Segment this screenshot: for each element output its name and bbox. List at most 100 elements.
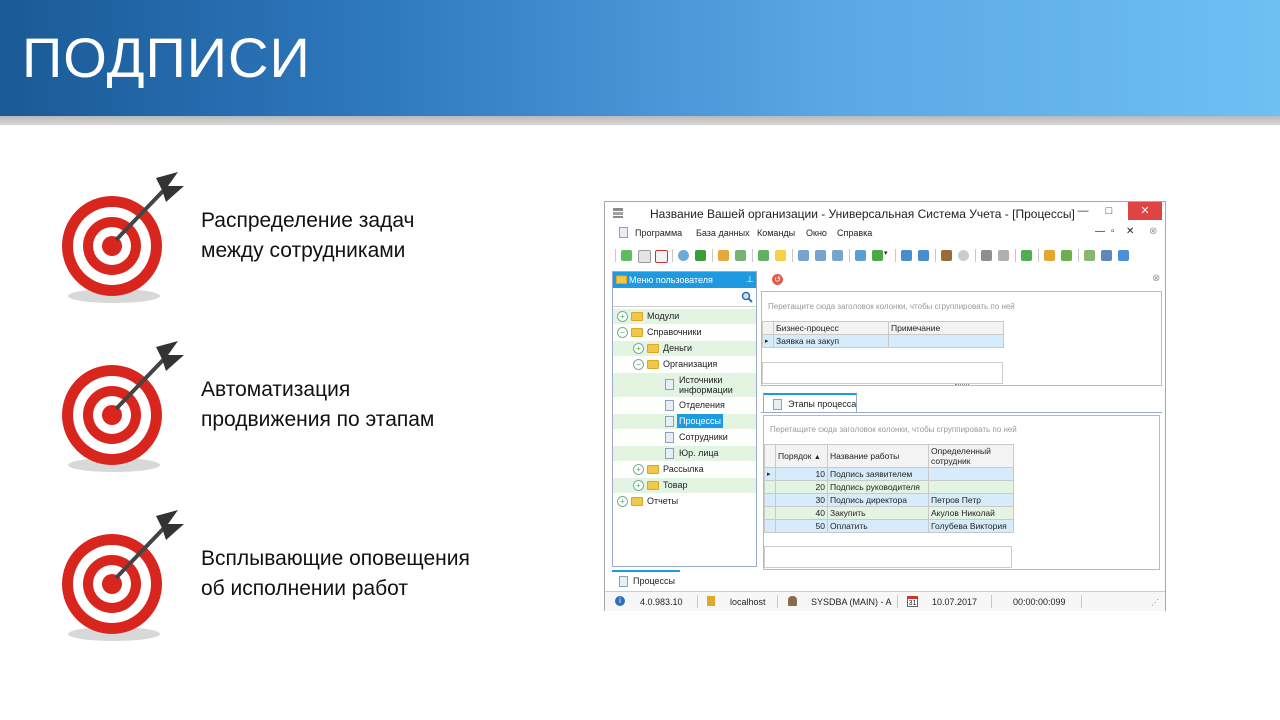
table-row[interactable]: 50 Оплатить Голубева Виктория — [764, 519, 1014, 533]
table-cell[interactable]: Подпись руководителя — [827, 480, 929, 494]
table-cell[interactable]: Голубева Виктория — [928, 519, 1014, 533]
approve-icon[interactable] — [1021, 250, 1032, 261]
window-new-icon[interactable] — [901, 250, 912, 261]
menu-database[interactable]: База данных — [696, 228, 750, 238]
table-cell[interactable] — [928, 467, 1014, 481]
table-cell[interactable]: 20 — [775, 480, 828, 494]
table-row[interactable]: ▸ Заявка на закуп — [762, 334, 1004, 348]
search-icon[interactable] — [678, 250, 689, 261]
share-icon[interactable] — [1118, 250, 1129, 261]
tab-processes[interactable]: Процессы — [612, 570, 680, 590]
first-record-icon[interactable] — [798, 250, 809, 261]
table-cell[interactable]: Оплатить — [827, 519, 929, 533]
printer-icon[interactable] — [1101, 250, 1112, 261]
calculator-icon[interactable] — [1084, 250, 1095, 261]
tree-item-modules[interactable]: + Модули — [613, 309, 756, 324]
collapse-icon[interactable]: − — [617, 327, 628, 338]
note-icon[interactable] — [775, 250, 786, 261]
tree-item-label: Юр. лица — [679, 448, 719, 458]
splitter-handle[interactable] — [955, 384, 969, 386]
column-header[interactable]: Бизнес-процесс — [773, 321, 889, 335]
next-record-icon[interactable] — [815, 250, 826, 261]
expand-icon[interactable]: + — [633, 480, 644, 491]
mdi-minimize-icon[interactable]: — — [1095, 226, 1105, 237]
menu-program[interactable]: Программа — [635, 228, 682, 238]
resize-grip-icon[interactable]: ⋰ — [1151, 598, 1159, 607]
table-cell[interactable]: Акулов Николай — [928, 506, 1014, 520]
filter-clear-icon[interactable] — [735, 250, 746, 261]
export-icon[interactable] — [872, 250, 883, 261]
tree-item-legal-entities[interactable]: Юр. лица — [613, 446, 756, 461]
insert-icon[interactable] — [758, 250, 769, 261]
last-record-icon[interactable] — [832, 250, 843, 261]
delete-icon[interactable] — [655, 250, 668, 263]
table-cell[interactable]: 30 — [775, 493, 828, 507]
expand-icon[interactable]: + — [617, 496, 628, 507]
table-row[interactable]: 30 Подпись директора Петров Петр — [764, 493, 1014, 507]
expand-icon[interactable]: + — [617, 311, 628, 322]
column-header-assigned-employee[interactable]: Определенный сотрудник — [928, 444, 1014, 468]
collapse-icon[interactable]: − — [633, 359, 644, 370]
table-row[interactable]: 40 Закупить Акулов Николай — [764, 506, 1014, 520]
tree-item-employees[interactable]: Сотрудники — [613, 430, 756, 445]
tree-item-reports[interactable]: + Отчеты — [613, 494, 756, 509]
tree-item-money[interactable]: + Деньги — [613, 341, 756, 356]
print-preview-icon[interactable] — [855, 250, 866, 261]
table-cell[interactable]: 50 — [775, 519, 828, 533]
close-button[interactable]: ✕ — [1128, 202, 1162, 220]
tree-item-label: Рассылка — [663, 464, 704, 474]
tree-item-info-sources[interactable]: Источники информации — [613, 373, 756, 397]
tree-item-references[interactable]: − Справочники — [613, 325, 756, 340]
minimize-button[interactable]: — — [1070, 202, 1096, 220]
maximize-button[interactable]: □ — [1096, 202, 1122, 220]
feature-item-2: Автоматизация продвижения по этапам — [52, 337, 592, 477]
table-cell[interactable]: 40 — [775, 506, 828, 520]
table-row[interactable]: 20 Подпись руководителя — [764, 480, 1014, 494]
document-tabs: Процессы — [612, 570, 1162, 590]
tree-item-mailing[interactable]: + Рассылка — [613, 462, 756, 477]
menu-help[interactable]: Справка — [837, 228, 872, 238]
lock-icon[interactable] — [1044, 250, 1055, 261]
search-icon[interactable] — [741, 291, 753, 303]
tree-item-label: Модули — [647, 311, 680, 321]
expand-icon[interactable]: ⊗ — [1149, 226, 1157, 237]
table-cell[interactable]: Заявка на закуп — [773, 334, 889, 348]
table-cell[interactable]: 10 — [775, 467, 828, 481]
tab-process-stages[interactable]: Этапы процесса — [763, 393, 857, 412]
users-icon[interactable] — [1061, 250, 1072, 261]
window-cascade-icon[interactable] — [918, 250, 929, 261]
column-header[interactable]: Примечание — [888, 321, 1004, 335]
menu-commands[interactable]: Команды — [757, 228, 795, 238]
tree-item-organization[interactable]: − Организация — [613, 357, 756, 372]
tree-search-row[interactable] — [613, 289, 756, 307]
menu-window[interactable]: Окно — [806, 228, 827, 238]
close-form-icon[interactable]: ↺ — [772, 274, 783, 285]
chevron-down-icon[interactable]: ▾ — [884, 249, 888, 257]
refresh-icon[interactable] — [695, 250, 706, 261]
tree-item-branches[interactable]: Отделения — [613, 398, 756, 413]
mdi-restore-icon[interactable]: ▫ — [1111, 226, 1115, 237]
mdi-close-icon[interactable]: ✕ — [1126, 226, 1134, 237]
expand-icon[interactable]: + — [633, 464, 644, 475]
table-cell[interactable] — [888, 334, 1004, 348]
tree-item-goods[interactable]: + Товар — [613, 478, 756, 493]
table-cell[interactable] — [928, 480, 1014, 494]
settings-icon[interactable] — [998, 250, 1009, 261]
expand-icon[interactable]: + — [633, 343, 644, 354]
table-cell[interactable]: Подпись директора — [827, 493, 929, 507]
wrench-icon[interactable] — [981, 250, 992, 261]
filter-icon[interactable] — [718, 250, 729, 261]
table-cell[interactable]: Петров Петр — [928, 493, 1014, 507]
column-header-order[interactable]: Порядок ▲ — [775, 444, 828, 468]
stop-icon[interactable] — [958, 250, 969, 261]
table-cell[interactable]: Подпись заявителем — [827, 467, 929, 481]
table-cell[interactable]: Закупить — [827, 506, 929, 520]
pin-icon[interactable]: ⊥ — [746, 274, 754, 285]
column-header-work-name[interactable]: Название работы — [827, 444, 929, 468]
add-icon[interactable] — [621, 250, 632, 261]
tree-item-processes[interactable]: Процессы — [613, 414, 756, 429]
copy-icon[interactable] — [638, 250, 651, 263]
expand-icon[interactable]: ⊗ — [1152, 273, 1160, 284]
tools-icon[interactable] — [941, 250, 952, 261]
table-row[interactable]: ▸ 10 Подпись заявителем — [764, 467, 1014, 481]
